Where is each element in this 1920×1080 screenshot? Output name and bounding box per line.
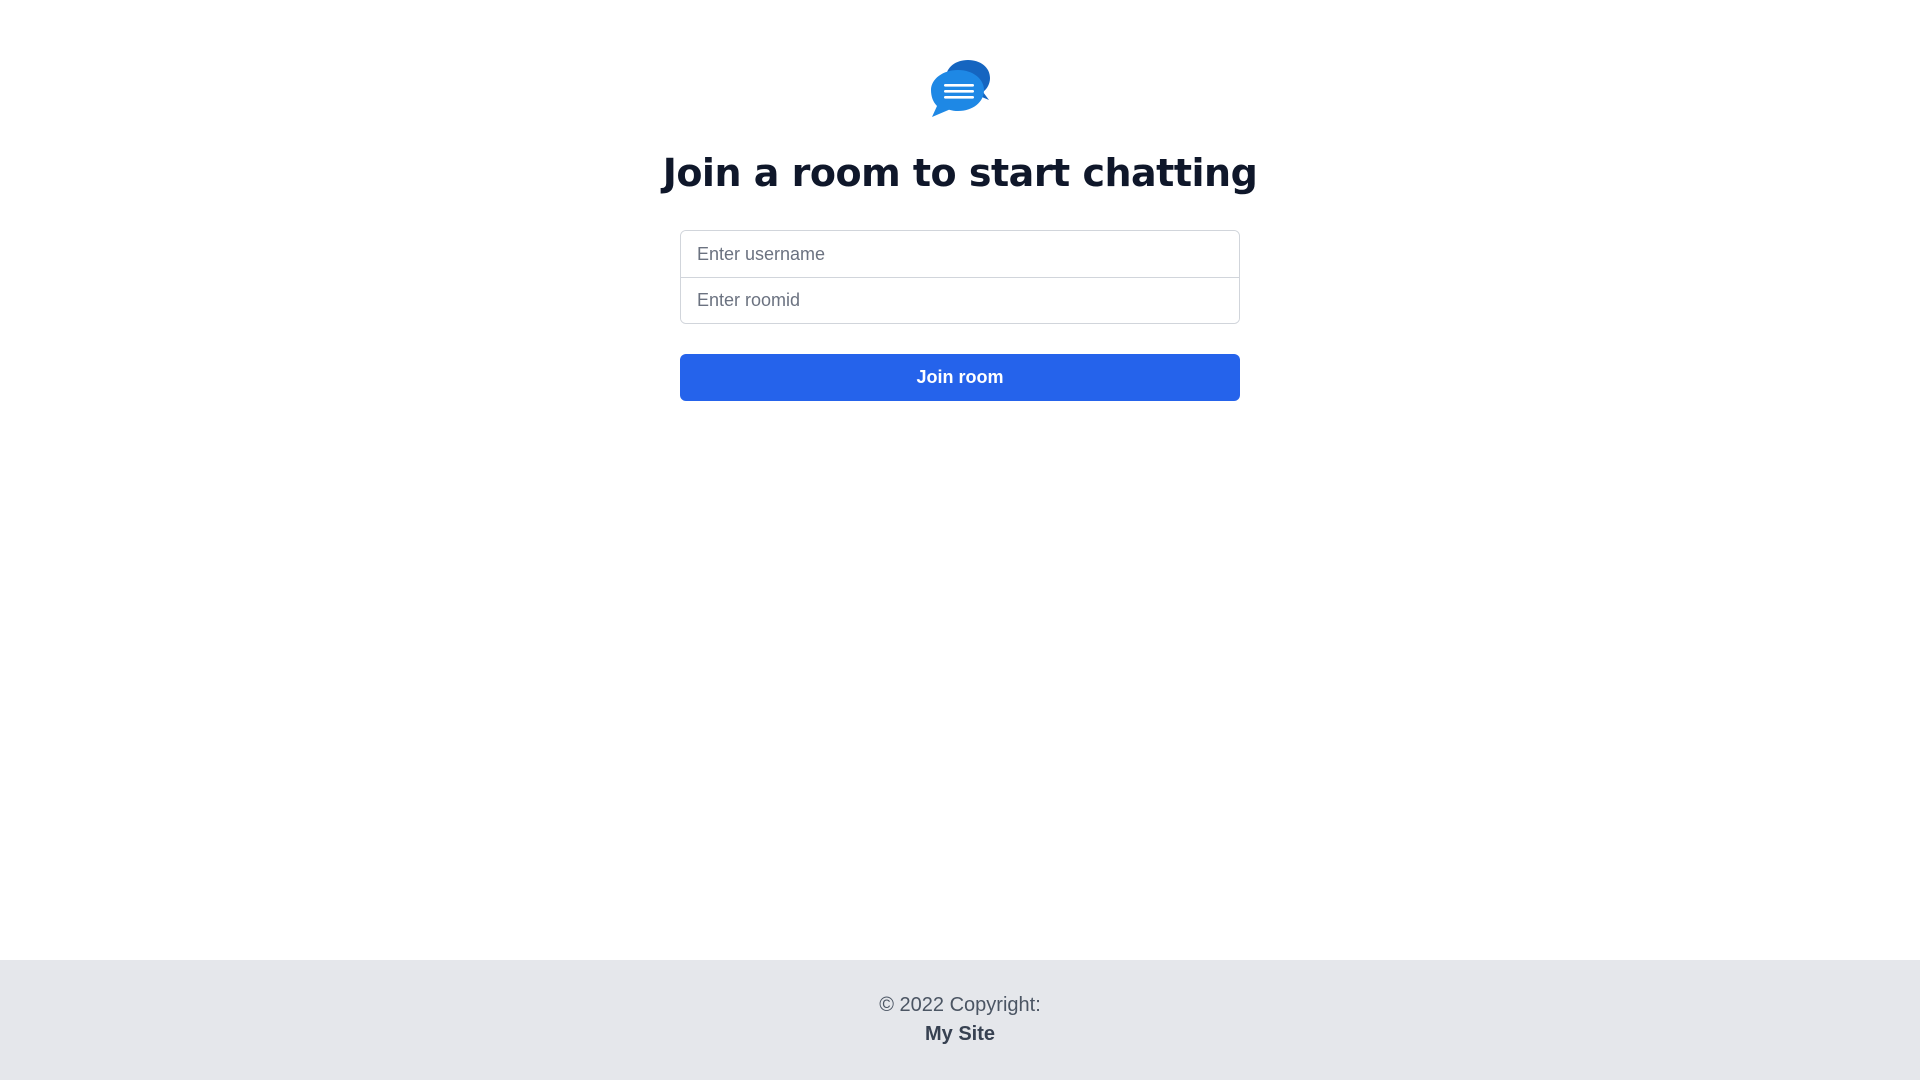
chat-bubbles-icon [928,58,992,122]
join-room-button[interactable]: Join room [680,354,1240,401]
join-room-panel: Join a room to start chatting Join room [0,0,1920,960]
roomid-input[interactable] [681,277,1239,323]
footer: © 2022 Copyright: My Site [0,960,1920,1080]
join-room-form: Join room [680,230,1240,401]
site-link[interactable]: My Site [925,1019,995,1049]
copyright-text: © 2022 Copyright: [879,994,1041,1016]
page-title: Join a room to start chatting [662,151,1258,195]
username-input[interactable] [681,231,1239,277]
credentials-input-group [680,230,1240,324]
page: Join a room to start chatting Join room … [0,0,1920,1080]
